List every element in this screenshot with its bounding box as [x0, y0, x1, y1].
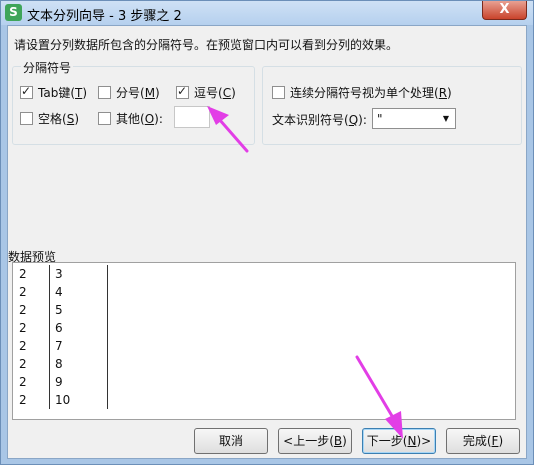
delimiters-group-label: 分隔符号 [21, 59, 74, 76]
preview-cell: 2 [19, 357, 27, 371]
next-button[interactable]: 下一步(N)> [362, 428, 436, 454]
preview-cell: 2 [19, 303, 27, 317]
consecutive-delimiters-checkbox[interactable]: 连续分隔符号视为单个处理(R) [272, 84, 452, 101]
semicolon-checkbox[interactable]: 分号(M) [98, 84, 160, 101]
preview-cell: 2 [19, 393, 27, 407]
preview-row: 2 9 [13, 375, 515, 393]
text-to-columns-dialog: S 文本分列向导 - 3 步骤之 2 X 请设置分列数据所包含的分隔符号。在预览… [0, 0, 534, 465]
preview-cell: 2 [19, 267, 27, 281]
space-checkbox[interactable]: 空格(S) [20, 110, 79, 127]
preview-cell: 5 [55, 303, 63, 317]
preview-row: 2 7 [13, 339, 515, 357]
tab-checkbox[interactable]: Tab键(T) [20, 84, 87, 101]
chevron-down-icon[interactable]: ▼ [443, 114, 449, 123]
preview-cell: 2 [19, 321, 27, 335]
consecutive-label: 连续分隔符号视为单个处理(R) [290, 86, 452, 100]
preview-row: 2 4 [13, 285, 515, 303]
finish-button[interactable]: 完成(F) [446, 428, 520, 454]
preview-row: 2 5 [13, 303, 515, 321]
preview-cell: 2 [19, 375, 27, 389]
options-group [262, 66, 522, 145]
other-checkbox[interactable]: 其他(O): [98, 110, 163, 127]
preview-row: 2 8 [13, 357, 515, 375]
text-qualifier-value: " [377, 111, 383, 126]
preview-cell: 7 [55, 339, 63, 353]
preview-row: 2 6 [13, 321, 515, 339]
preview-cell: 8 [55, 357, 63, 371]
tab-label: Tab键(T) [38, 86, 88, 100]
dialog-body: 请设置分列数据所包含的分隔符号。在预览窗口内可以看到分列的效果。 分隔符号 Ta… [7, 25, 527, 459]
back-button[interactable]: <上一步(B) [278, 428, 352, 454]
space-check-box[interactable] [20, 112, 33, 125]
text-qualifier-select[interactable]: " ▼ [372, 108, 456, 129]
title-bar[interactable]: S 文本分列向导 - 3 步骤之 2 X [1, 1, 533, 25]
preview-row: 2 3 [13, 267, 515, 285]
preview-cell: 3 [55, 267, 63, 281]
comma-checkbox[interactable]: 逗号(C) [176, 84, 236, 101]
delimiters-group: 分隔符号 [12, 59, 255, 145]
space-label: 空格(S) [38, 112, 79, 126]
cancel-button[interactable]: 取消 [194, 428, 268, 454]
comma-label: 逗号(C) [194, 86, 236, 100]
comma-check-box[interactable] [176, 84, 189, 99]
close-button[interactable]: X [482, 1, 527, 20]
preview-cell: 6 [55, 321, 63, 335]
other-delimiter-input[interactable] [174, 106, 210, 128]
preview-row: 2 10 [13, 393, 515, 411]
data-preview-pane[interactable]: 2 3 2 4 2 5 2 6 2 7 2 8 2 9 2 10 [12, 262, 516, 420]
preview-cell: 4 [55, 285, 63, 299]
window-title: 文本分列向导 - 3 步骤之 2 [27, 9, 182, 24]
consecutive-check-box[interactable] [272, 86, 285, 99]
preview-cell: 9 [55, 375, 63, 389]
preview-cell: 2 [19, 339, 27, 353]
tab-check-box[interactable] [20, 84, 33, 99]
text-qualifier-label: 文本识别符号(Q): [272, 113, 367, 127]
app-logo-icon: S [5, 4, 22, 21]
other-check-box[interactable] [98, 112, 111, 125]
preview-cell: 2 [19, 285, 27, 299]
other-label: 其他(O): [116, 112, 163, 126]
semicolon-label: 分号(M) [116, 86, 160, 100]
instruction-text: 请设置分列数据所包含的分隔符号。在预览窗口内可以看到分列的效果。 [14, 38, 399, 52]
preview-cell: 10 [55, 393, 71, 407]
semicolon-check-box[interactable] [98, 86, 111, 99]
